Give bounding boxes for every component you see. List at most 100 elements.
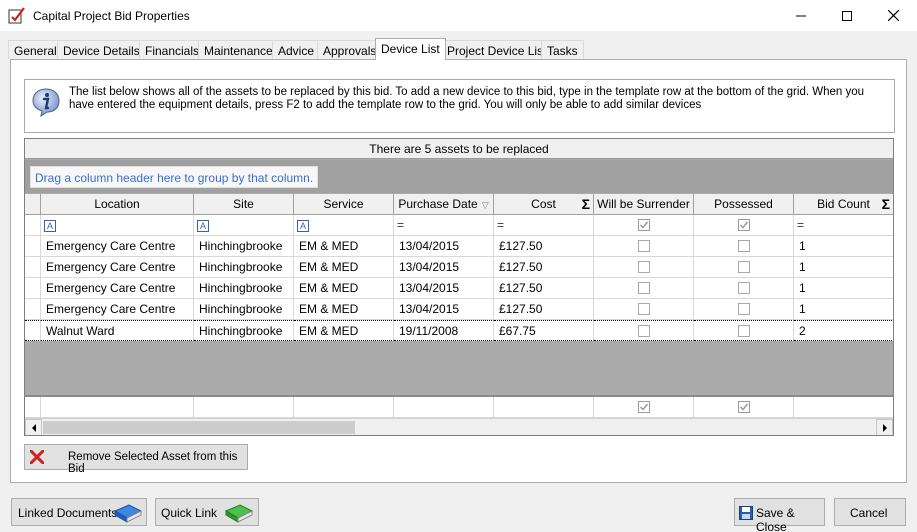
cell-bid-count[interactable]: 1 [794,299,893,320]
cell-purchase-date[interactable]: 19/11/2008 [394,320,494,341]
template-cell-service[interactable] [294,397,394,418]
cell-will-be-surrender[interactable] [594,278,694,299]
close-button[interactable] [870,0,916,31]
tab-approvals[interactable]: Approvals [317,40,383,59]
cell-possessed[interactable] [694,320,794,341]
cell-will-be-surrender[interactable] [594,257,694,278]
filter-cost[interactable]: = [494,215,594,236]
save-close-button[interactable]: Save & Close [734,498,825,532]
checkbox-checked-icon[interactable] [737,400,750,413]
minimize-button[interactable] [778,0,824,31]
cell-cost[interactable]: £127.50 [494,257,594,278]
table-row[interactable]: Emergency Care Centre Hinchingbrooke EM … [25,257,893,278]
template-cell-location[interactable] [41,397,194,418]
row-selector[interactable] [25,236,41,257]
checkbox[interactable] [737,239,750,252]
cell-bid-count[interactable]: 1 [794,257,893,278]
tab-financials[interactable]: Financials [139,40,206,59]
column-header-bid-count[interactable]: Bid Count Σ [794,194,893,215]
cell-site[interactable]: Hinchingbrooke [194,236,294,257]
row-selector[interactable] [25,320,41,341]
cell-site[interactable]: Hinchingbrooke [194,299,294,320]
checkbox[interactable] [637,239,650,252]
cell-site[interactable]: Hinchingbrooke [194,257,294,278]
cell-service[interactable]: EM & MED [294,299,394,320]
tab-general[interactable]: General [8,40,63,59]
equals-filter-icon[interactable]: = [397,218,404,232]
row-selector[interactable] [25,397,41,418]
tab-maintenance[interactable]: Maintenance [198,40,279,59]
template-row[interactable] [25,395,893,418]
template-cell-purchase-date[interactable] [394,397,494,418]
cell-location[interactable]: Emergency Care Centre [41,278,194,299]
cancel-button[interactable]: Cancel [834,498,906,526]
checkbox[interactable] [637,302,650,315]
column-header-possessed[interactable]: Possessed [694,194,794,215]
text-filter-icon[interactable]: A [44,219,56,232]
cell-cost[interactable]: £127.50 [494,278,594,299]
filter-possessed[interactable] [694,215,794,236]
cell-purchase-date[interactable]: 13/04/2015 [394,278,494,299]
checkbox[interactable] [637,260,650,273]
cell-service[interactable]: EM & MED [294,257,394,278]
cell-site[interactable]: Hinchingbrooke [194,320,294,341]
table-row-selected[interactable]: Walnut Ward Hinchingbrooke EM & MED 19/1… [25,320,893,341]
scroll-right-button[interactable] [876,419,893,435]
cell-bid-count[interactable]: 1 [794,278,893,299]
table-row[interactable]: Emergency Care Centre Hinchingbrooke EM … [25,299,893,320]
equals-filter-icon[interactable]: = [797,218,804,232]
cell-will-be-surrender[interactable] [594,320,694,341]
template-cell-site[interactable] [194,397,294,418]
column-header-purchase-date[interactable]: Purchase Date ▽ [394,194,494,215]
cell-will-be-surrender[interactable] [594,236,694,257]
text-filter-icon[interactable]: A [197,219,209,232]
group-by-area[interactable]: Drag a column header here to group by th… [25,160,893,193]
cell-cost[interactable]: £127.50 [494,299,594,320]
column-header-site[interactable]: Site [194,194,294,215]
tab-device-list[interactable]: Device List [375,38,446,60]
cell-possessed[interactable] [694,257,794,278]
sigma-icon[interactable]: Σ [582,194,590,214]
cell-cost[interactable]: £67.75 [494,320,594,341]
column-header-location[interactable]: Location [41,194,194,215]
cell-possessed[interactable] [694,236,794,257]
checkbox[interactable] [637,324,650,337]
cell-location[interactable]: Emergency Care Centre [41,236,194,257]
filter-bid-count[interactable]: = [794,215,893,236]
cell-possessed[interactable] [694,278,794,299]
horizontal-scrollbar[interactable] [25,418,893,435]
filter-will-be-surrender[interactable] [594,215,694,236]
cell-possessed[interactable] [694,299,794,320]
cell-location[interactable]: Emergency Care Centre [41,299,194,320]
maximize-button[interactable] [824,0,870,31]
cell-service[interactable]: EM & MED [294,320,394,341]
filter-service[interactable]: A [294,215,394,236]
remove-asset-button[interactable]: Remove Selected Asset from this Bid [24,444,248,475]
sigma-icon[interactable]: Σ [882,194,890,214]
table-row[interactable]: Emergency Care Centre Hinchingbrooke EM … [25,278,893,299]
template-cell-cost[interactable] [494,397,594,418]
quick-link-button[interactable]: Quick Link [155,498,259,526]
checkbox-checked-icon[interactable] [637,400,650,413]
table-row[interactable]: Emergency Care Centre Hinchingbrooke EM … [25,236,893,257]
column-header-service[interactable]: Service [294,194,394,215]
tab-advice[interactable]: Advice [272,40,321,59]
cell-purchase-date[interactable]: 13/04/2015 [394,257,494,278]
checkbox[interactable] [737,324,750,337]
linked-documents-button[interactable]: Linked Documents [11,498,147,526]
scroll-left-button[interactable] [25,419,42,435]
column-header-cost[interactable]: Cost Σ [494,194,594,215]
template-cell-possessed[interactable] [694,397,794,418]
tab-device-details[interactable]: Device Details [57,40,146,59]
row-selector[interactable] [25,299,41,320]
checkbox[interactable] [737,260,750,273]
template-cell-bid-count[interactable] [794,397,893,418]
row-selector[interactable] [25,257,41,278]
cell-will-be-surrender[interactable] [594,299,694,320]
checkbox-checked-icon[interactable] [737,218,750,231]
text-filter-icon[interactable]: A [297,219,309,232]
filter-purchase-date[interactable]: = [394,215,494,236]
cell-purchase-date[interactable]: 13/04/2015 [394,236,494,257]
filter-site[interactable]: A [194,215,294,236]
cell-purchase-date[interactable]: 13/04/2015 [394,299,494,320]
